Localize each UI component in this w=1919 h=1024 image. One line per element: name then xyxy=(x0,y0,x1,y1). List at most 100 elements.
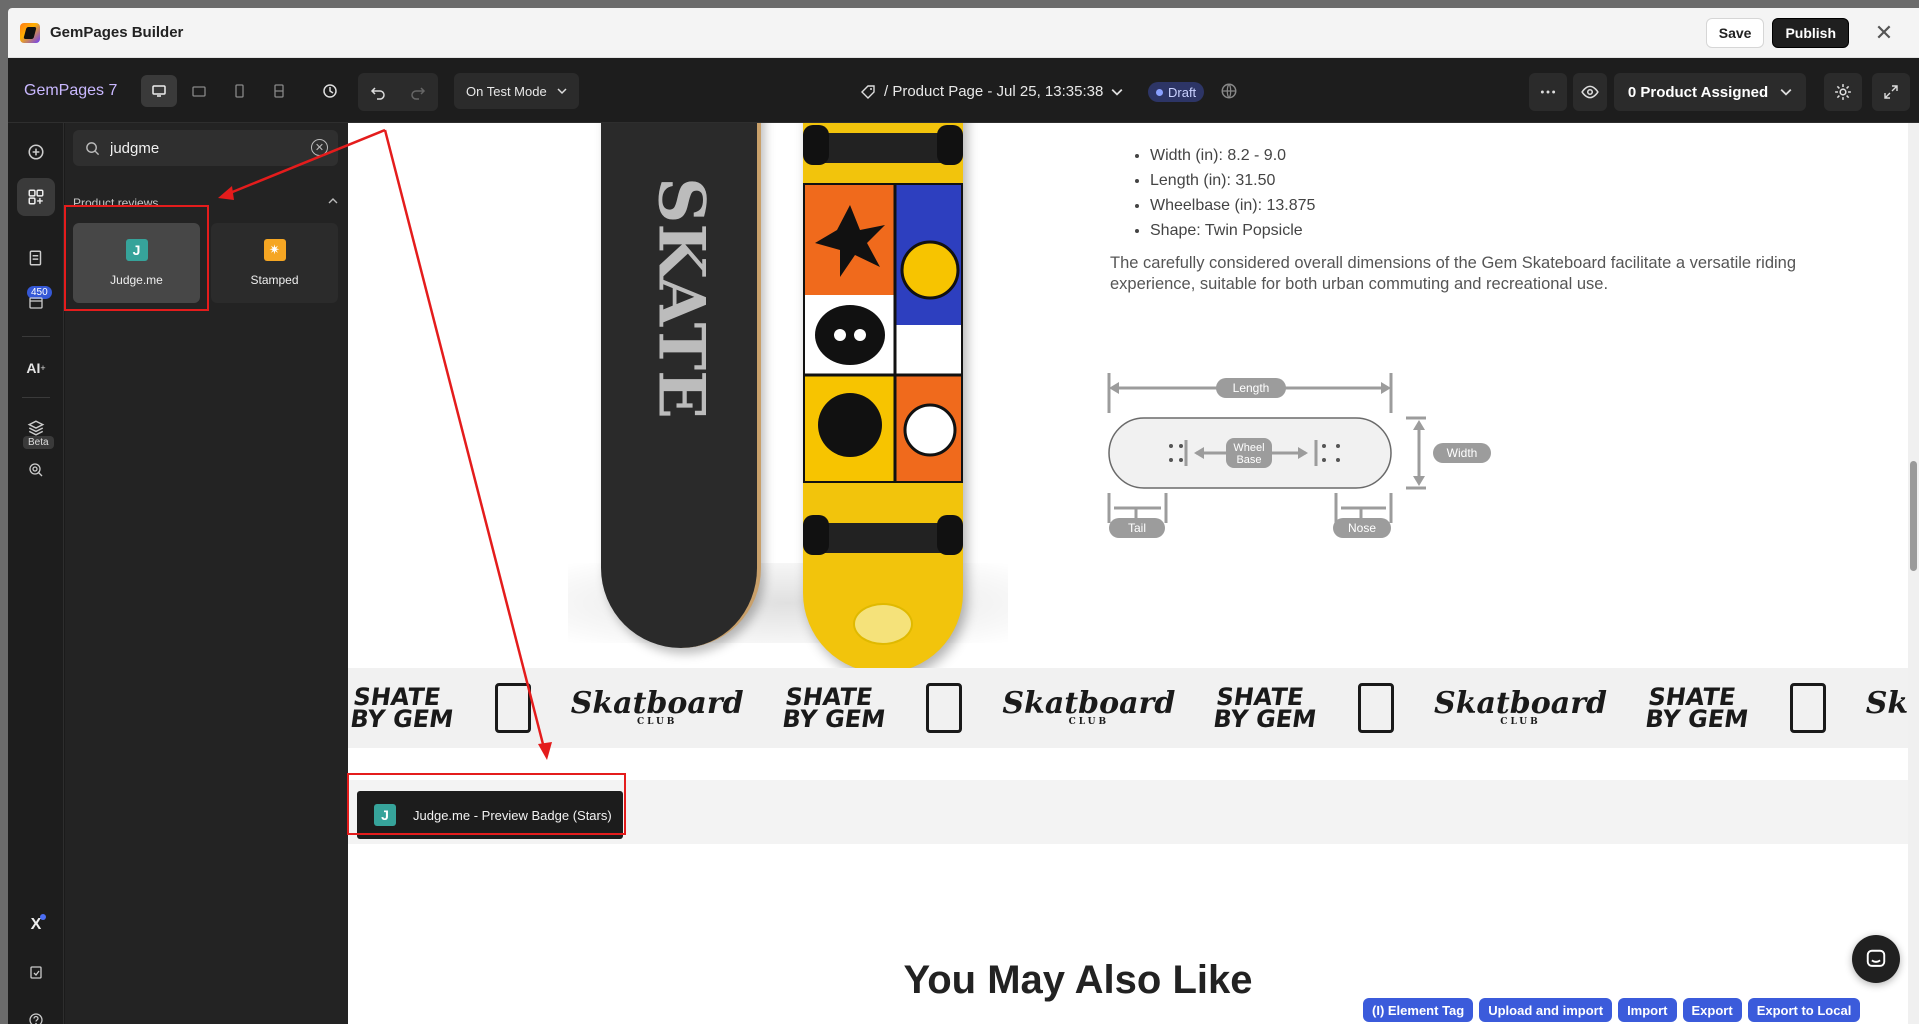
search-input[interactable] xyxy=(110,139,290,157)
marquee-logo: SHATE BY GEM xyxy=(780,683,887,733)
clipboard-check-icon[interactable] xyxy=(17,953,55,991)
save-button[interactable]: Save xyxy=(1705,18,1765,48)
fullscreen-expand-icon[interactable] xyxy=(1872,73,1910,111)
responsive-view-icon[interactable] xyxy=(261,75,297,107)
yellow-skateboard-image xyxy=(803,123,963,673)
product-assigned-dropdown[interactable]: 0 Product Assigned xyxy=(1614,73,1806,111)
export-button[interactable]: Export xyxy=(1682,998,1742,1022)
desktop-view-icon[interactable] xyxy=(141,75,177,107)
rail-divider xyxy=(22,336,50,337)
bottom-action-buttons: (I) Element Tag Upload and import Import… xyxy=(1363,998,1861,1022)
chevron-down-icon xyxy=(1780,88,1792,96)
board-graphic-art xyxy=(803,183,963,483)
upload-and-import-button[interactable]: Upload and import xyxy=(1479,998,1613,1022)
wheel xyxy=(937,125,963,165)
stamped-element-card[interactable]: ✷ Stamped xyxy=(211,223,338,303)
search-icon xyxy=(86,141,100,155)
product-description: The carefully considered overall dimensi… xyxy=(1110,254,1797,293)
ai-icon[interactable]: AI + xyxy=(17,349,55,387)
marquee-badge-logo xyxy=(1358,683,1395,733)
stamped-logo-icon: ✷ xyxy=(263,239,286,261)
tablet-landscape-icon[interactable] xyxy=(181,75,217,107)
language-globe-icon[interactable] xyxy=(1218,80,1240,102)
wheel xyxy=(803,515,829,555)
page-title: / Product Page - Jul 25, 13:35:38 xyxy=(884,83,1104,100)
you-may-also-like-heading: You May Also Like xyxy=(903,958,1253,1002)
marquee-logo: SkatboardCLUB xyxy=(1434,685,1608,727)
settings-gear-icon[interactable] xyxy=(1824,73,1862,111)
redo-icon[interactable] xyxy=(398,73,438,111)
status-badge: Draft xyxy=(1148,82,1205,102)
app-window: GemPages Builder Save Publish ✕ GemPages… xyxy=(8,8,1919,1024)
truck xyxy=(808,523,958,553)
undo-icon[interactable] xyxy=(358,73,398,111)
marquee-logo: SHATE BY GEM xyxy=(348,683,456,733)
marquee-logo: SkatboardCLUB xyxy=(1002,685,1176,727)
x-integration-icon[interactable]: X xyxy=(17,906,55,944)
heatmap-target-icon[interactable] xyxy=(17,451,55,489)
wheelbase-label: Base xyxy=(1236,454,1261,466)
elements-grid-icon[interactable] xyxy=(17,178,55,216)
wheel xyxy=(803,125,829,165)
test-mode-label: On Test Mode xyxy=(466,83,547,99)
mobile-view-icon[interactable] xyxy=(221,75,257,107)
product-assigned-label: 0 Product Assigned xyxy=(1627,83,1769,101)
board-graffiti-art: SKATE xyxy=(643,177,719,419)
export-to-local-button[interactable]: Export to Local xyxy=(1747,998,1861,1022)
add-element-icon[interactable] xyxy=(17,133,55,171)
wheelbase-label: Wheel xyxy=(1233,442,1264,454)
history-clock-icon[interactable] xyxy=(314,75,346,107)
element-card-label: Stamped xyxy=(250,273,299,287)
tag-icon xyxy=(861,84,875,99)
left-rail: 450 AI + Beta X xyxy=(8,123,64,1024)
marquee-logo: SHATE BY GEM xyxy=(1211,683,1319,733)
page-title-dropdown[interactable]: / Product Page - Jul 25, 13:35:38 xyxy=(860,83,1123,100)
preview-eye-icon[interactable] xyxy=(1573,73,1607,111)
spec-item: Wheelbase (in): 13.875 xyxy=(1150,193,1315,218)
device-switcher xyxy=(141,75,297,107)
undo-redo-group xyxy=(358,73,438,111)
logo-marquee: SHATE BY GEM Skatboard CLUB SHATE BY GEM Sk… xyxy=(348,668,1908,748)
nose-label: Nose xyxy=(1348,521,1376,535)
length-label: Length xyxy=(1233,381,1270,395)
element-search-box: ✕ xyxy=(73,130,338,166)
title-bar: GemPages Builder Save Publish ✕ xyxy=(8,8,1919,58)
marquee-logo: SkatboardCLUB xyxy=(570,685,744,727)
skateboard-dimension-diagram: Length Width Wheel Base Tail Nose xyxy=(1107,373,1491,538)
more-options-icon[interactable] xyxy=(1529,73,1567,111)
chevron-down-icon xyxy=(557,88,567,95)
marquee-badge-logo xyxy=(494,683,531,733)
test-mode-dropdown[interactable]: On Test Mode xyxy=(454,73,579,109)
marquee-badge-logo xyxy=(926,683,963,733)
spec-item: Width (in): 8.2 - 9.0 xyxy=(1150,143,1315,168)
board-logo-badge xyxy=(853,603,913,645)
help-question-icon[interactable] xyxy=(17,1001,55,1024)
spec-item: Length (in): 31.50 xyxy=(1150,168,1315,193)
pages-icon[interactable] xyxy=(17,239,55,277)
beta-badge: Beta xyxy=(23,436,54,449)
annotation-highlight-box xyxy=(64,205,209,311)
publish-button[interactable]: Publish xyxy=(1772,18,1849,48)
import-button[interactable]: Import xyxy=(1618,998,1677,1022)
templates-icon[interactable] xyxy=(17,283,55,321)
chevron-down-icon xyxy=(1111,88,1123,96)
canvas-scrollbar[interactable] xyxy=(1908,123,1919,1024)
close-icon[interactable]: ✕ xyxy=(1869,18,1899,48)
annotation-highlight-box xyxy=(347,773,626,835)
rail-divider xyxy=(22,397,50,398)
chevron-up-icon xyxy=(328,198,338,204)
marquee-badge-logo xyxy=(1789,683,1826,733)
clear-search-icon[interactable]: ✕ xyxy=(311,139,328,156)
gempages-logo-icon xyxy=(20,22,40,43)
top-toolbar: GemPages 7 On Test Mode / Product Page -… xyxy=(8,58,1919,123)
chat-support-icon[interactable] xyxy=(1852,935,1900,983)
product-specs: Width (in): 8.2 - 9.0 Length (in): 31.50… xyxy=(1128,143,1315,243)
marquee-logo: SkatboardCLUB xyxy=(1865,685,1908,721)
scrollbar-thumb[interactable] xyxy=(1910,461,1917,571)
element-tag-button[interactable]: (I) Element Tag xyxy=(1363,998,1474,1022)
page-canvas[interactable]: SKATE • Width (in): 8.2 - 9.0 • Length (… xyxy=(348,123,1908,1024)
window-title: GemPages Builder xyxy=(50,24,184,41)
black-skateboard-image: SKATE xyxy=(601,123,761,648)
truck xyxy=(808,133,958,163)
spec-item: Shape: Twin Popsicle xyxy=(1150,218,1315,243)
